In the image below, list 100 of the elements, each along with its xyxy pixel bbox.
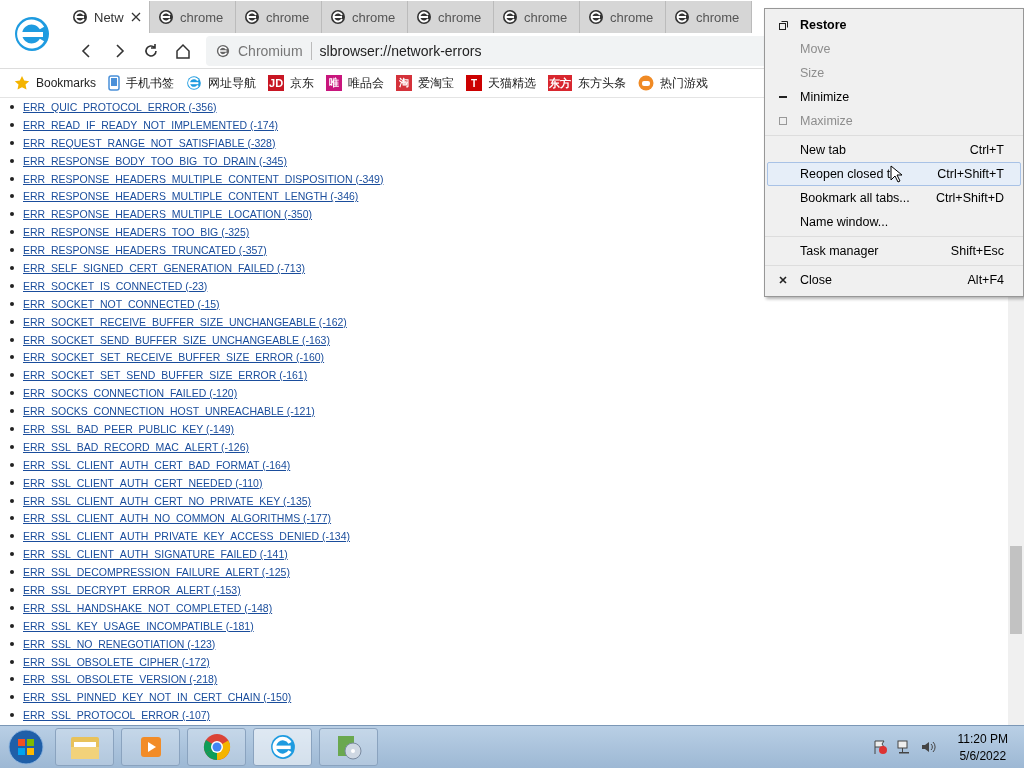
bullet bbox=[10, 122, 14, 127]
error-link[interactable]: ERR_SOCKET_NOT_CONNECTED (-15) bbox=[23, 297, 220, 310]
tab-favicon-icon bbox=[72, 9, 88, 25]
reload-icon[interactable] bbox=[142, 41, 160, 60]
bullet bbox=[10, 588, 14, 592]
menu-item[interactable]: Task manager Shift+Esc bbox=[767, 239, 1021, 263]
error-link[interactable]: ERR_SSL_CLIENT_AUTH_CERT_NO_PRIVATE_KEY (-135) bbox=[23, 494, 312, 507]
browser-tab[interactable]: chrome bbox=[150, 1, 236, 33]
error-link[interactable]: ERR_SOCKS_CONNECTION_HOST_UNREACHABLE (-121) bbox=[23, 405, 315, 418]
bullet bbox=[10, 552, 14, 557]
bookmark-item[interactable]: T 天猫精选 bbox=[466, 74, 537, 92]
menu-item[interactable]: Minimize bbox=[767, 85, 1021, 109]
error-link[interactable]: ERR_SSL_CLIENT_AUTH_CERT_BAD_FORMAT (-164) bbox=[23, 458, 291, 471]
bullet bbox=[10, 319, 14, 324]
flag-icon[interactable] bbox=[871, 739, 888, 755]
start-button[interactable] bbox=[7, 728, 45, 766]
error-link[interactable]: ERR_SSL_PINNED_KEY_NOT_IN_CERT_CHAIN (-150) bbox=[23, 691, 292, 704]
close-icon[interactable] bbox=[131, 12, 141, 22]
home-icon[interactable] bbox=[174, 41, 192, 60]
error-link[interactable]: ERR_SSL_OBSOLETE_VERSION (-218) bbox=[23, 673, 218, 686]
chrome-icon bbox=[202, 733, 231, 761]
error-link[interactable]: ERR_REQUEST_RANGE_NOT_SATISFIABLE (-328) bbox=[23, 136, 276, 149]
browser-icon bbox=[186, 75, 203, 91]
bullet bbox=[10, 570, 14, 575]
speaker-icon[interactable] bbox=[919, 739, 936, 755]
error-link[interactable]: ERR_RESPONSE_BODY_TOO_BIG_TO_DRAIN (-345) bbox=[23, 154, 287, 167]
browser-tab[interactable]: chrome bbox=[494, 1, 580, 33]
error-link[interactable]: ERR_RESPONSE_HEADERS_TOO_BIG (-325) bbox=[23, 226, 250, 239]
phone-icon bbox=[108, 75, 121, 91]
bookmark-item[interactable]: Bookmarks bbox=[14, 75, 97, 91]
error-link[interactable]: ERR_SSL_DECRYPT_ERROR_ALERT (-153) bbox=[23, 584, 241, 596]
taskbar-button[interactable] bbox=[253, 728, 312, 766]
error-link[interactable]: ERR_SOCKET_SET_RECEIVE_BUFFER_SIZE_ERROR (-160) bbox=[23, 351, 325, 364]
minimize-icon bbox=[779, 95, 787, 99]
star-icon bbox=[14, 75, 30, 91]
site-icon bbox=[216, 43, 230, 58]
error-link[interactable]: ERR_SSL_CLIENT_AUTH_PRIVATE_KEY_ACCESS_DENIED (-134) bbox=[23, 530, 350, 543]
error-link[interactable]: ERR_SSL_CLIENT_AUTH_SIGNATURE_FAILED (-141) bbox=[23, 548, 288, 561]
error-link[interactable]: ERR_RESPONSE_HEADERS_MULTIPLE_CONTENT_DISPOSITION (-349) bbox=[23, 172, 384, 185]
bullet bbox=[10, 695, 14, 700]
error-link[interactable]: ERR_SOCKS_CONNECTION_FAILED (-120) bbox=[23, 387, 238, 400]
error-link[interactable]: ERR_SELF_SIGNED_CERT_GENERATION_FAILED (-713) bbox=[23, 261, 306, 274]
error-link[interactable]: ERR_SSL_NO_RENEGOTIATION (-123) bbox=[23, 637, 216, 650]
browser-tab[interactable]: chrome bbox=[666, 1, 752, 33]
error-link[interactable]: ERR_RESPONSE_HEADERS_MULTIPLE_LOCATION (-350) bbox=[23, 208, 313, 221]
scrollbar-thumb[interactable] bbox=[1010, 546, 1022, 634]
error-link[interactable]: ERR_SSL_OBSOLETE_CIPHER (-172) bbox=[23, 655, 210, 668]
tab-favicon-icon bbox=[502, 9, 518, 25]
browser-icon bbox=[268, 733, 297, 761]
error-link[interactable]: ERR_SSL_HANDSHAKE_NOT_COMPLETED (-148) bbox=[23, 601, 273, 614]
error-link[interactable]: ERR_SSL_BAD_PEER_PUBLIC_KEY (-149) bbox=[23, 422, 235, 435]
site-name: Chromium bbox=[238, 42, 303, 59]
tab-favicon-icon bbox=[588, 9, 604, 25]
error-link[interactable]: ERR_SSL_PROTOCOL_ERROR (-107) bbox=[23, 709, 211, 722]
taskbar-button[interactable] bbox=[55, 728, 114, 766]
site-logo-icon: 淘 bbox=[396, 75, 413, 91]
bullet bbox=[10, 462, 14, 467]
error-link[interactable]: ERR_SSL_CLIENT_AUTH_CERT_NEEDED (-110) bbox=[23, 476, 263, 489]
bullet bbox=[10, 301, 14, 306]
error-link[interactable]: ERR_SOCKET_IS_CONNECTED (-23) bbox=[23, 279, 208, 292]
error-link[interactable]: ERR_QUIC_PROTOCOL_ERROR (-356) bbox=[23, 100, 217, 113]
bullet bbox=[10, 104, 14, 109]
bullet bbox=[10, 158, 14, 163]
network-icon[interactable] bbox=[895, 739, 912, 755]
bullet bbox=[10, 659, 14, 664]
menu-item[interactable]: Reopen closed t Ctrl+Shift+T bbox=[767, 162, 1021, 186]
bookmark-item[interactable]: 东方 东方头条 bbox=[548, 74, 627, 92]
bookmark-item[interactable]: 唯 唯品会 bbox=[326, 74, 385, 92]
error-link[interactable]: ERR_SOCKET_RECEIVE_BUFFER_SIZE_UNCHANGEABLE (-162) bbox=[23, 315, 347, 328]
menu-item[interactable]: Restore bbox=[767, 13, 1021, 37]
error-link[interactable]: ERR_SOCKET_SET_SEND_BUFFER_SIZE_ERROR (-161) bbox=[23, 369, 308, 382]
bookmark-item[interactable]: 淘 爱淘宝 bbox=[396, 74, 455, 92]
error-link[interactable]: ERR_SSL_KEY_USAGE_INCOMPATIBLE (-181) bbox=[23, 619, 254, 632]
error-link[interactable]: ERR_SSL_BAD_RECORD_MAC_ALERT (-126) bbox=[23, 440, 250, 453]
error-link[interactable]: ERR_SOCKET_SEND_BUFFER_SIZE_UNCHANGEABLE (-163) bbox=[23, 333, 330, 346]
clock[interactable]: 11:20 PM 5/6/2022 bbox=[957, 731, 1008, 763]
error-link[interactable]: ERR_RESPONSE_HEADERS_TRUNCATED (-357) bbox=[23, 244, 267, 257]
tab-favicon-icon bbox=[244, 9, 260, 25]
error-link[interactable]: ERR_SSL_CLIENT_AUTH_NO_COMMON_ALGORITHMS (-177) bbox=[23, 512, 332, 525]
bullet bbox=[10, 713, 14, 718]
taskbar-button[interactable] bbox=[187, 728, 246, 766]
menu-item[interactable]: Name window... bbox=[767, 210, 1021, 234]
bookmark-item[interactable]: 手机书签 bbox=[108, 74, 175, 92]
tab-favicon-icon bbox=[330, 9, 346, 25]
menu-item[interactable]: New tab Ctrl+T bbox=[767, 138, 1021, 162]
bullet bbox=[10, 283, 14, 288]
error-link[interactable]: ERR_RESPONSE_HEADERS_MULTIPLE_CONTENT_LENGTH (-346) bbox=[23, 190, 359, 203]
error-link[interactable]: ERR_READ_IF_READY_NOT_IMPLEMENTED (-174) bbox=[23, 118, 278, 131]
bookmark-item[interactable]: 网址导航 bbox=[186, 74, 257, 92]
browser-tab[interactable]: chrome bbox=[322, 1, 408, 33]
bookmark-item[interactable]: 热门游戏 bbox=[638, 74, 709, 92]
menu-item[interactable]: Close Alt+F4 bbox=[767, 268, 1021, 292]
bookmark-item[interactable]: JD 京东 bbox=[268, 74, 315, 92]
bullet bbox=[10, 230, 14, 235]
browser-tab[interactable]: chrome bbox=[408, 1, 494, 33]
bullet bbox=[10, 176, 14, 181]
error-link[interactable]: ERR_SSL_DECOMPRESSION_FAILURE_ALERT (-125) bbox=[23, 566, 290, 579]
browser-tab[interactable]: chrome bbox=[236, 1, 322, 33]
menu-item[interactable]: Bookmark all tabs... Ctrl+Shift+D bbox=[767, 186, 1021, 210]
browser-tab[interactable]: chrome bbox=[580, 1, 666, 33]
